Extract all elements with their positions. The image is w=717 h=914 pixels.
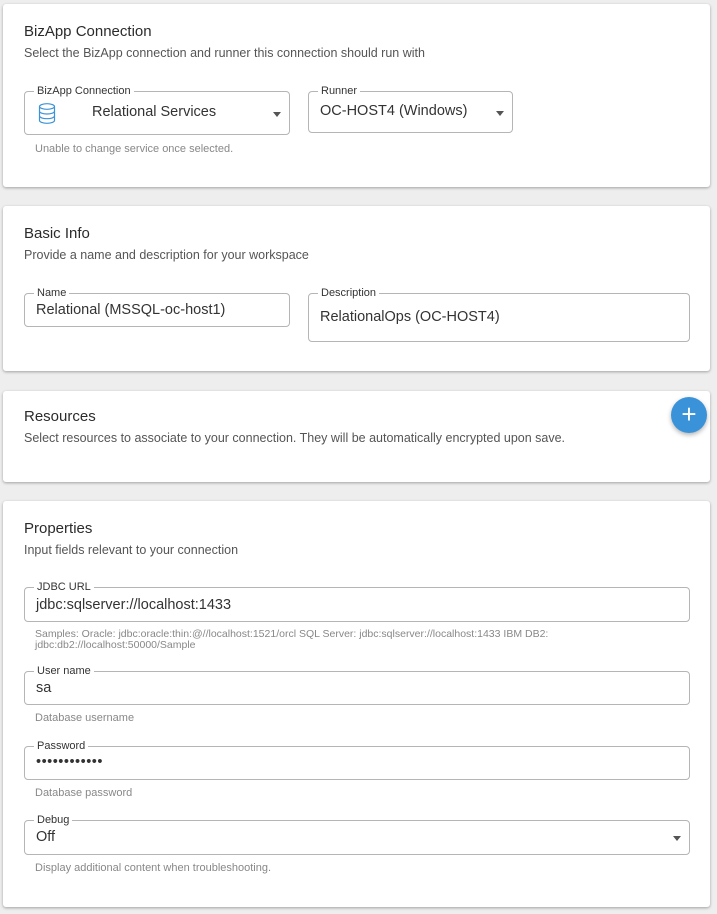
runner-select[interactable]: Runner OC-HOST4 (Windows) [308, 84, 513, 133]
bizapp-connection-card: BizApp Connection Select the BizApp conn… [3, 4, 710, 187]
username-label: User name [34, 664, 94, 678]
bizapp-connection-helper: Unable to change service once selected. [35, 143, 234, 155]
name-field[interactable]: Name Relational (MSSQL-oc-host1) [24, 286, 290, 327]
resources-title: Resources [24, 408, 96, 425]
password-value: •••••••••••• [36, 754, 103, 770]
chevron-down-icon [496, 111, 504, 116]
jdbc-url-value: jdbc:sqlserver://localhost:1433 [36, 597, 232, 613]
name-input-value: Relational (MSSQL-oc-host1) [36, 302, 226, 318]
basic-info-card: Basic Info Provide a name and descriptio… [3, 206, 710, 371]
password-helper: Database password [35, 787, 133, 799]
bizapp-connection-select[interactable]: BizApp Connection Relational Services [24, 84, 290, 135]
debug-select[interactable]: Debug Off [24, 813, 690, 855]
properties-card: Properties Input fields relevant to your… [3, 501, 710, 907]
runner-value: OC-HOST4 (Windows) [320, 103, 468, 119]
plus-icon: + [681, 399, 697, 429]
chevron-down-icon [273, 112, 281, 117]
username-field[interactable]: User name sa [24, 664, 690, 705]
password-field[interactable]: Password •••••••••••• [24, 739, 690, 780]
description-field[interactable]: Description RelationalOps (OC-HOST4) [308, 286, 690, 342]
bizapp-connection-label: BizApp Connection [34, 84, 134, 98]
resources-subtitle: Select resources to associate to your co… [24, 431, 566, 445]
description-input-value: RelationalOps (OC-HOST4) [320, 309, 500, 325]
name-label: Name [34, 286, 70, 300]
debug-helper: Display additional content when troubles… [35, 862, 272, 874]
description-label: Description [318, 286, 380, 300]
bizapp-connection-value: Relational Services [92, 104, 217, 120]
username-helper: Database username [35, 712, 135, 724]
password-label: Password [34, 739, 89, 753]
jdbc-url-label: JDBC URL [34, 580, 94, 594]
resources-card: Resources Select resources to associate … [3, 391, 710, 482]
runner-label: Runner [318, 84, 361, 98]
basic-info-subtitle: Provide a name and description for your … [24, 248, 309, 262]
bizapp-connection-subtitle: Select the BizApp connection and runner … [24, 46, 425, 60]
basic-info-title: Basic Info [24, 225, 90, 242]
debug-label: Debug [34, 813, 73, 827]
bizapp-connection-title: BizApp Connection [24, 23, 152, 40]
debug-value: Off [36, 829, 56, 845]
add-resource-button[interactable]: + [671, 397, 707, 433]
properties-title: Properties [24, 520, 93, 537]
properties-subtitle: Input fields relevant to your connection [24, 543, 239, 557]
username-value: sa [36, 680, 52, 696]
database-icon [38, 103, 56, 124]
jdbc-url-field[interactable]: JDBC URL jdbc:sqlserver://localhost:1433 [24, 580, 690, 622]
chevron-down-icon [673, 836, 681, 841]
jdbc-url-helper-line2: jdbc:db2://localhost:50000/Sample [35, 639, 196, 651]
